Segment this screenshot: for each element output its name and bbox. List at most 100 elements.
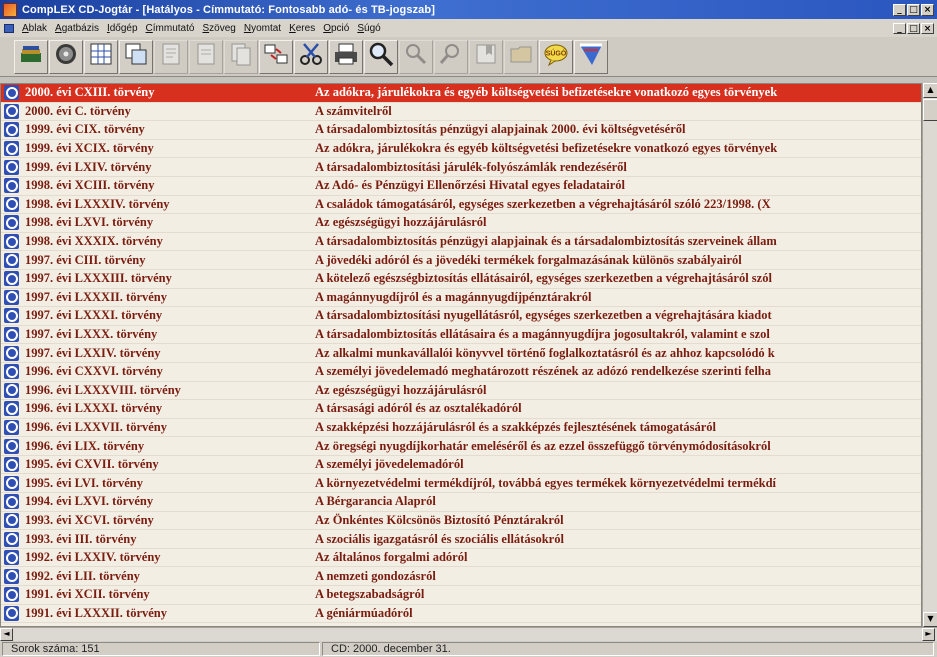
law-title: A társadalombiztosítási járulék-folyószá…: [315, 159, 627, 174]
law-number: 1995. évi CXVII. törvény: [25, 457, 159, 472]
doc-restore-button[interactable]: □: [907, 22, 920, 34]
page-icon: [193, 41, 219, 72]
law-title: A betegszabadságról: [315, 587, 425, 602]
windows-icon: [123, 41, 149, 72]
list-item[interactable]: 1997. évi CIII. törvény A jövedéki adóról…: [1, 251, 921, 270]
law-number: 1996. évi LIX. törvény: [25, 438, 145, 453]
list-item[interactable]: 1997. évi LXXXIII. törvény A kötelező egé…: [1, 270, 921, 289]
list-item[interactable]: 1998. évi LXXXIV. törvény A családok támo…: [1, 196, 921, 215]
list-item[interactable]: 1993. évi III. törvény A szociális igazga…: [1, 530, 921, 549]
list-item[interactable]: 1996. évi LXXVII. törvény A szakképzési h…: [1, 419, 921, 438]
cd-button[interactable]: [49, 39, 83, 74]
doc-close-button[interactable]: ×: [921, 22, 934, 34]
law-number: 1995. évi LVI. törvény: [25, 475, 143, 490]
menu-item-ablak[interactable]: Ablak: [18, 23, 51, 34]
list-item[interactable]: 1992. évi LXXIV. törvény Az általános for…: [1, 549, 921, 568]
maximize-button[interactable]: □: [907, 3, 920, 16]
list-item[interactable]: 1997. évi LXXIV. törvény Az alkalmi munka…: [1, 344, 921, 363]
law-title: Az általános forgalmi adóról: [315, 550, 468, 565]
menu-item-keres[interactable]: Keres: [285, 23, 319, 34]
copy-page-button: [224, 39, 258, 74]
scroll-up-button[interactable]: ▲: [923, 83, 937, 98]
menu-items: Ablak Agatbázis Időgép Címmutató Szöveg Nyomt…: [18, 23, 385, 34]
law-document-icon: [4, 196, 19, 212]
scissors-button[interactable]: [294, 39, 328, 74]
law-title: A társadalombiztosítás pénzügyi alapjain…: [315, 122, 686, 137]
law-document-icon: [4, 215, 19, 231]
law-number: 1993. évi XCVI. törvény: [25, 512, 154, 527]
law-document-icon: [4, 401, 19, 417]
magnifier-button[interactable]: [364, 39, 398, 74]
law-number: 1997. évi LXXXI. törvény: [25, 308, 163, 323]
list-item[interactable]: 1996. évi LXXXI. törvény A társasági adór…: [1, 400, 921, 419]
list-item[interactable]: 1992. évi LII. törvény A nemzeti gondozás…: [1, 567, 921, 587]
list-item[interactable]: 1996. évi LXXXVIII. törvény Az egészségüg…: [1, 382, 921, 401]
list-item[interactable]: 1996. évi CXXVI. törvény A személyi jöved…: [1, 363, 921, 382]
help-bubble-button[interactable]: SÚGÓ: [539, 39, 573, 74]
menu-item-szöveg[interactable]: Szöveg: [198, 23, 239, 34]
list-item[interactable]: 1993. évi XCVI. törvény Az Önkéntes Kölcs…: [1, 512, 921, 531]
list-item[interactable]: 2000. évi CXIII. törvény Az adókra, járul…: [1, 84, 921, 103]
grid-view-button[interactable]: [84, 39, 118, 74]
list-item[interactable]: 1995. évi LVI. törvény A környezetvédelmi…: [1, 474, 921, 494]
law-document-icon: [4, 178, 19, 194]
list-item[interactable]: 1997. évi LXXXI. törvény A társadalombizt…: [1, 307, 921, 326]
menu-item-súgó[interactable]: Súgó: [353, 23, 384, 34]
search-next-button: [399, 39, 433, 74]
printer-button[interactable]: [329, 39, 363, 74]
law-title: A társasági adóról és az osztalékadóról: [315, 401, 522, 416]
menu-item-agatbázis[interactable]: Agatbázis: [51, 23, 103, 34]
list-item[interactable]: 1994. évi LXVI. törvény A Bérgarancia Ala…: [1, 493, 921, 512]
folder-button: [504, 39, 538, 74]
list-item[interactable]: 1999. évi XCIX. törvény Az adókra, járulé…: [1, 140, 921, 159]
law-title: A személyi jövedelemadó meghatározott ré…: [315, 364, 772, 379]
scroll-right-button[interactable]: ►: [922, 628, 935, 641]
list-item[interactable]: 1995. évi CXVII. törvény A személyi jöved…: [1, 456, 921, 475]
menu-item-nyomtat[interactable]: Nyomtat: [240, 23, 285, 34]
windows-button[interactable]: [119, 39, 153, 74]
horizontal-scrollbar[interactable]: ◄ ►: [0, 627, 937, 641]
list-item[interactable]: 1996. évi LIX. törvény Az öregségi nyugdí…: [1, 437, 921, 456]
list-item[interactable]: 1997. évi LXXX. törvény A társadalombizto…: [1, 326, 921, 345]
list-item[interactable]: 1999. évi CIX. törvény A társadalombiztos…: [1, 121, 921, 140]
law-number: 1994. évi LXVI. törvény: [25, 494, 154, 509]
list-item[interactable]: 1998. évi XCIII. törvény Az Adó- és Pénzü…: [1, 177, 921, 196]
scissors-icon: [298, 41, 324, 72]
scroll-down-button[interactable]: ▼: [923, 612, 937, 627]
books-button[interactable]: [14, 39, 48, 74]
document-window-icon[interactable]: [4, 23, 14, 33]
list-item[interactable]: 1991. évi LXXXII. törvény A géniármúadóró…: [1, 605, 921, 624]
document-icon: [158, 41, 184, 72]
list-item[interactable]: 1999. évi LXIV. törvény A társadalombizto…: [1, 158, 921, 177]
law-title: Az Önkéntes Kölcsönös Biztosító Pénztára…: [315, 512, 564, 527]
law-title: Az egészségügyi hozzájárulásról: [315, 382, 487, 397]
list-item[interactable]: 2000. évi C. törvény A számvitelről: [1, 103, 921, 122]
document-window-controls: _ □ ×: [893, 22, 934, 34]
transfer-button[interactable]: [259, 39, 293, 74]
list-item[interactable]: 1991. évi XCII. törvény A betegszabadságr…: [1, 586, 921, 605]
folder-icon: [508, 41, 534, 72]
scroll-left-button[interactable]: ◄: [0, 628, 13, 641]
minimize-button[interactable]: _: [893, 3, 906, 16]
menu-item-időgép[interactable]: Időgép: [103, 23, 142, 34]
close-button[interactable]: ×: [921, 3, 934, 16]
list-item[interactable]: 1998. évi LXVI. törvény Az egészségügyi h…: [1, 214, 921, 233]
scroll-thumb[interactable]: [923, 99, 937, 121]
flags-icon: [578, 41, 604, 72]
list-item[interactable]: 1997. évi LXXXII. törvény A magánnyugdíjr…: [1, 289, 921, 308]
doc-minimize-button[interactable]: _: [893, 22, 906, 34]
law-document-icon: [4, 234, 19, 250]
vertical-scrollbar[interactable]: ▲ ▼: [922, 83, 937, 627]
law-title: A szociális igazgatásról és szociális el…: [315, 531, 564, 546]
flags-button[interactable]: [574, 39, 608, 74]
law-document-icon: [4, 85, 19, 101]
search-prev-button: [434, 39, 468, 74]
list-item[interactable]: 1998. évi XXXIX. törvény A társadalombizt…: [1, 233, 921, 252]
menu-item-opció[interactable]: Opció: [319, 23, 353, 34]
law-number: 1991. évi LXXXII. törvény: [25, 605, 168, 620]
menu-item-címmutató[interactable]: Címmutató: [142, 23, 199, 34]
law-document-icon: [4, 141, 19, 157]
app-icon[interactable]: [3, 2, 17, 17]
law-document-icon: [4, 512, 19, 528]
magnifier-icon: [368, 41, 394, 72]
